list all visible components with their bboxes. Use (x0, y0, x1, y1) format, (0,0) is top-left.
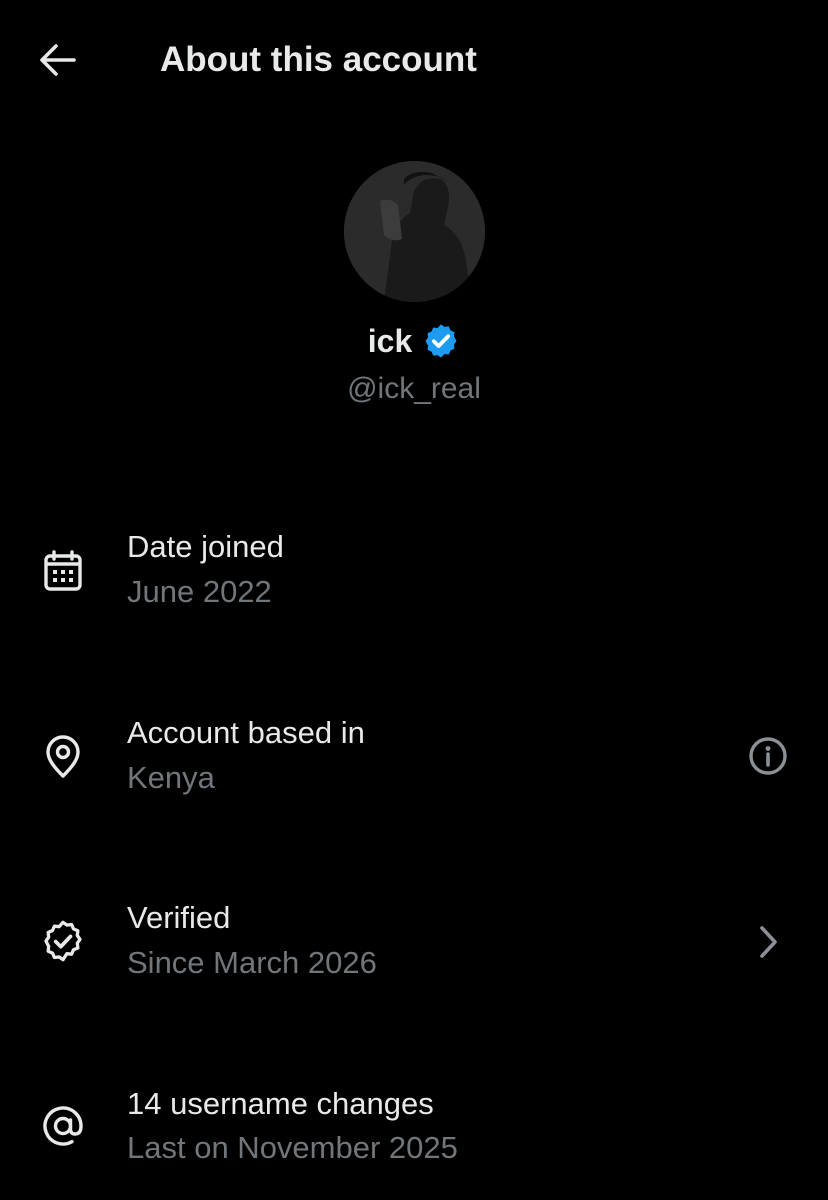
arrow-left-icon (40, 44, 76, 76)
row-title: Date joined (127, 529, 284, 564)
row-subtitle: Since March 2026 (127, 945, 377, 980)
back-button[interactable] (30, 36, 86, 84)
calendar-icon (37, 545, 89, 597)
username-changes-row: 14 username changes Last on November 202… (0, 1076, 828, 1186)
row-subtitle: Kenya (127, 760, 215, 795)
about-account-page: About this account ick @ick_real Date jo… (0, 0, 828, 1200)
location-pin-icon (37, 731, 89, 783)
verified-row[interactable]: Verified Since March 2026 (0, 890, 828, 1000)
verified-badge-icon (422, 322, 460, 360)
row-subtitle: Last on November 2025 (127, 1130, 458, 1165)
row-subtitle: June 2022 (127, 574, 272, 609)
at-sign-icon (37, 1100, 89, 1152)
avatar (344, 161, 485, 302)
page-title: About this account (160, 40, 477, 79)
row-title: 14 username changes (127, 1086, 434, 1121)
account-location-row: Account based in Kenya (0, 706, 828, 816)
verified-badge-icon (37, 915, 89, 967)
verified-details-button[interactable] (744, 918, 792, 966)
info-button[interactable] (744, 732, 792, 780)
chevron-right-icon (760, 926, 777, 958)
display-name-row: ick (0, 318, 828, 364)
info-icon (749, 737, 787, 775)
date-joined-row: Date joined June 2022 (0, 520, 828, 630)
display-name: ick (367, 323, 413, 359)
row-title: Account based in (127, 715, 365, 750)
row-title: Verified (127, 900, 231, 935)
user-handle: @ick_real (347, 372, 481, 405)
